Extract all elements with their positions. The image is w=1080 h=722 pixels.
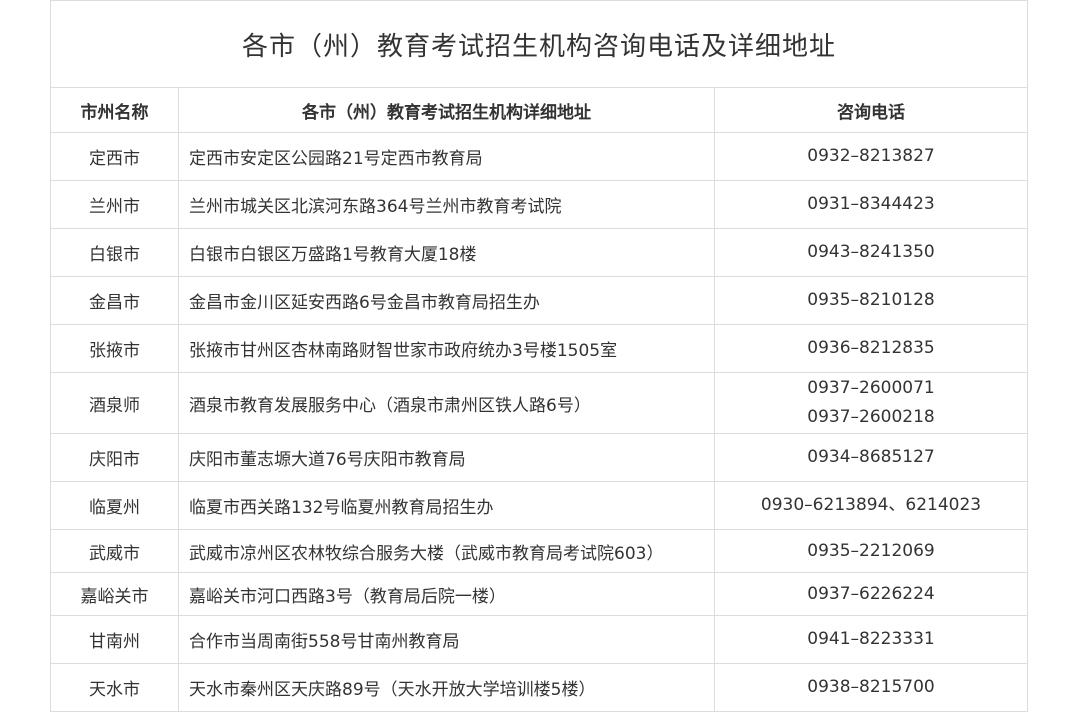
table-row: 酒泉师 酒泉市教育发展服务中心（酒泉市肃州区铁人路6号） 0937–2600071 0… bbox=[50, 372, 1029, 434]
title-row: 各市（州）教育考试招生机构咨询电话及详细地址 bbox=[49, 0, 1029, 88]
address-cell: 定西市安定区公园路21号定西市教育局 bbox=[178, 132, 715, 181]
address-cell: 兰州市城关区北滨河东路364号兰州市教育考试院 bbox=[178, 180, 715, 229]
table-row: 兰州市 兰州市城关区北滨河东路364号兰州市教育考试院 0931–8344423 bbox=[50, 180, 1029, 229]
phone-cell: 0937–2600071 0937–2600218 bbox=[713, 372, 1029, 434]
phone-cell: 0935–2212069 bbox=[713, 529, 1029, 573]
phone-number: 0932–8213827 bbox=[807, 146, 935, 166]
city-name-cell: 天水市 bbox=[50, 663, 179, 712]
table-row: 金昌市 金昌市金川区延安西路6号金昌市教育局招生办 0935–8210128 bbox=[50, 276, 1029, 325]
contact-table-container: 各市（州）教育考试招生机构咨询电话及详细地址 市州名称 各市（州）教育考试招生机… bbox=[49, 0, 1029, 712]
address-cell: 嘉峪关市河口西路3号（教育局后院一楼） bbox=[178, 572, 715, 616]
phone-number: 0937–2600071 bbox=[807, 378, 935, 398]
address-cell: 张掖市甘州区杏林南路财智世家市政府统办3号楼1505室 bbox=[178, 324, 715, 373]
address-cell: 合作市当周南街558号甘南州教育局 bbox=[178, 615, 715, 664]
address-cell: 天水市秦州区天庆路89号（天水开放大学培训楼5楼） bbox=[178, 663, 715, 712]
phone-number: 0935–2212069 bbox=[807, 540, 935, 561]
phone-number: 0935–8210128 bbox=[807, 290, 935, 310]
phone-cell: 0943–8241350 bbox=[713, 228, 1029, 277]
phone-number: 0930–6213894、6214023 bbox=[760, 495, 982, 515]
phone-cell: 0937–6226224 bbox=[713, 572, 1029, 616]
phone-number: 0931–8344423 bbox=[807, 194, 935, 214]
city-name-cell: 张掖市 bbox=[50, 324, 179, 373]
table-row: 天水市 天水市秦州区天庆路89号（天水开放大学培训楼5楼） 0938–8215700 bbox=[50, 663, 1029, 712]
table-title: 各市（州）教育考试招生机构咨询电话及详细地址 bbox=[49, 0, 1029, 88]
phone-cell: 0930–6213894、6214023 bbox=[713, 481, 1029, 530]
phone-number: 0937–6226224 bbox=[807, 583, 935, 604]
phone-cell: 0936–8212835 bbox=[713, 324, 1029, 373]
city-name-cell: 酒泉师 bbox=[50, 372, 179, 434]
address-cell: 白银市白银区万盛路1号教育大厦18楼 bbox=[178, 228, 715, 277]
city-name-cell: 武威市 bbox=[50, 529, 179, 573]
city-name-cell: 嘉峪关市 bbox=[50, 572, 179, 616]
phone-number: 0938–8215700 bbox=[807, 677, 935, 697]
contact-table: 各市（州）教育考试招生机构咨询电话及详细地址 市州名称 各市（州）教育考试招生机… bbox=[49, 0, 1029, 712]
table-row: 嘉峪关市 嘉峪关市河口西路3号（教育局后院一楼） 0937–6226224 bbox=[50, 572, 1029, 616]
phone-cell: 0932–8213827 bbox=[713, 132, 1029, 181]
phone-cell: 0934–8685127 bbox=[713, 433, 1029, 482]
header-address: 各市（州）教育考试招生机构详细地址 bbox=[178, 87, 715, 133]
phone-number: 0936–8212835 bbox=[807, 338, 935, 358]
phone-number: 0937–2600218 bbox=[807, 407, 935, 427]
address-cell: 酒泉市教育发展服务中心（酒泉市肃州区铁人路6号） bbox=[178, 372, 715, 434]
phone-number: 0941–8223331 bbox=[807, 629, 935, 649]
table-row: 临夏州 临夏市西关路132号临夏州教育局招生办 0930–6213894、62140… bbox=[50, 481, 1029, 530]
address-cell: 武威市凉州区农林牧综合服务大楼（武威市教育局考试院603） bbox=[178, 529, 715, 573]
phone-cell: 0935–8210128 bbox=[713, 276, 1029, 325]
city-name-cell: 庆阳市 bbox=[50, 433, 179, 482]
city-name-cell: 定西市 bbox=[50, 132, 179, 181]
city-name-cell: 金昌市 bbox=[50, 276, 179, 325]
city-name-cell: 兰州市 bbox=[50, 180, 179, 229]
phone-cell: 0941–8223331 bbox=[713, 615, 1029, 664]
table-row: 甘南州 合作市当周南街558号甘南州教育局 0941–8223331 bbox=[50, 615, 1029, 664]
phone-number: 0943–8241350 bbox=[807, 242, 935, 262]
city-name-cell: 甘南州 bbox=[50, 615, 179, 664]
table-row: 定西市 定西市安定区公园路21号定西市教育局 0932–8213827 bbox=[50, 132, 1029, 181]
table-row: 张掖市 张掖市甘州区杏林南路财智世家市政府统办3号楼1505室 0936–82128… bbox=[50, 324, 1029, 373]
address-cell: 金昌市金川区延安西路6号金昌市教育局招生办 bbox=[178, 276, 715, 325]
address-cell: 庆阳市董志塬大道76号庆阳市教育局 bbox=[178, 433, 715, 482]
address-cell: 临夏市西关路132号临夏州教育局招生办 bbox=[178, 481, 715, 530]
city-name-cell: 白银市 bbox=[50, 228, 179, 277]
table-row: 白银市 白银市白银区万盛路1号教育大厦18楼 0943–8241350 bbox=[50, 228, 1029, 277]
phone-cell: 0938–8215700 bbox=[713, 663, 1029, 712]
header-row: 市州名称 各市（州）教育考试招生机构详细地址 咨询电话 bbox=[50, 87, 1029, 133]
city-name-cell: 临夏州 bbox=[50, 481, 179, 530]
phone-number: 0934–8685127 bbox=[807, 447, 935, 467]
table-row: 庆阳市 庆阳市董志塬大道76号庆阳市教育局 0934–8685127 bbox=[50, 433, 1029, 482]
header-phone: 咨询电话 bbox=[713, 87, 1029, 133]
header-city: 市州名称 bbox=[50, 87, 179, 133]
phone-cell: 0931–8344423 bbox=[713, 180, 1029, 229]
table-row: 武威市 武威市凉州区农林牧综合服务大楼（武威市教育局考试院603） 0935–221… bbox=[50, 529, 1029, 573]
